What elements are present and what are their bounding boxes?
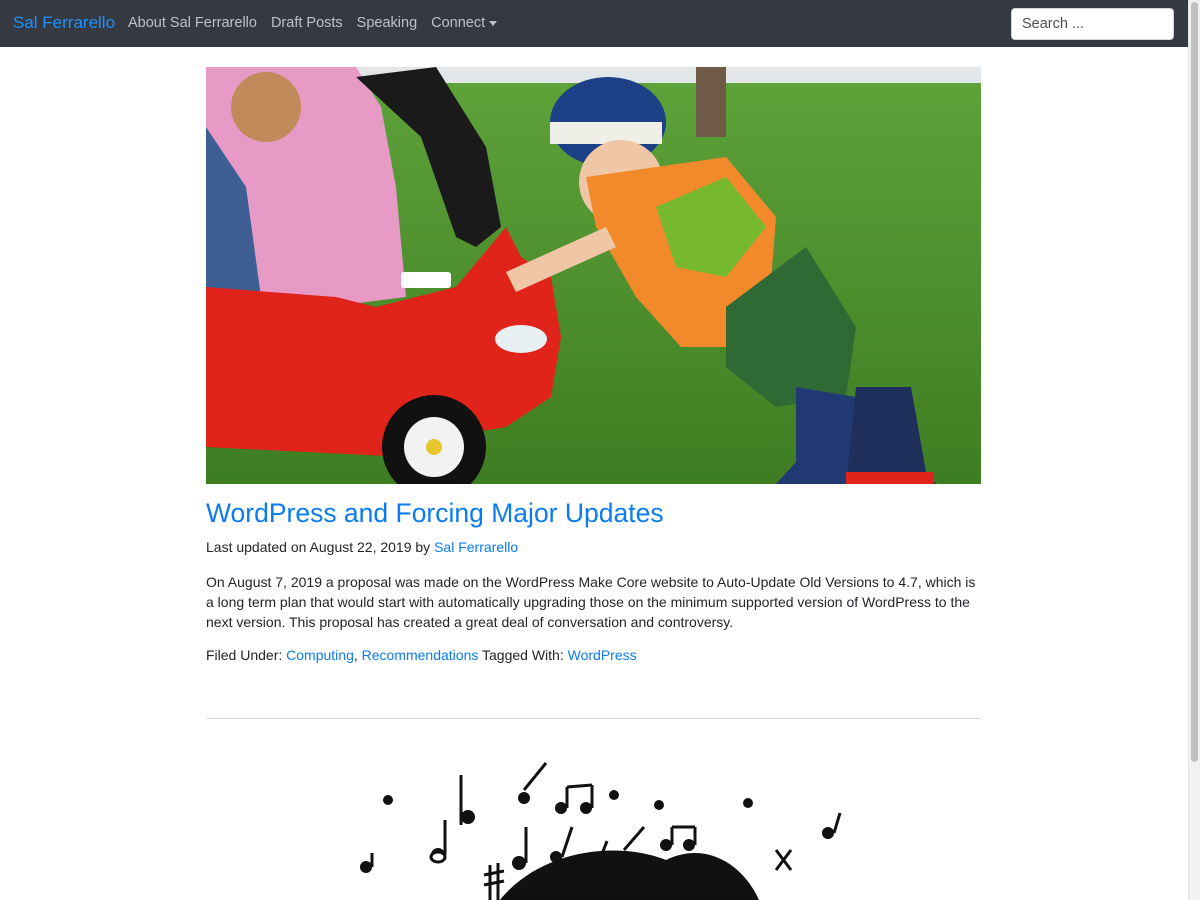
post-divider: [206, 718, 981, 719]
music-notes-illustration: [360, 762, 842, 900]
featured-image-child-pushing-toy-car[interactable]: [206, 67, 981, 484]
nav-item-draft-posts[interactable]: Draft Posts: [271, 15, 343, 31]
category-separator: ,: [353, 647, 358, 663]
post-title-link[interactable]: WordPress and Forcing Major Updates: [206, 498, 664, 529]
post-meta-date: Last updated on August 22, 2019 by: [206, 539, 431, 555]
caret-down-icon: [489, 20, 498, 26]
featured-image-illustration: [206, 67, 981, 484]
page-scrollbar[interactable]: [1188, 0, 1200, 900]
nav-item-speaking[interactable]: Speaking: [357, 15, 417, 31]
tag-link-wordpress[interactable]: WordPress: [568, 647, 637, 663]
tagged-with-label: Tagged With:: [482, 647, 564, 663]
post-terms: Filed Under: Computing, Recommendations …: [206, 647, 637, 663]
nav-item-about[interactable]: About Sal Ferrarello: [128, 15, 257, 31]
featured-image-music-notes[interactable]: [206, 745, 981, 900]
filed-under-label: Filed Under:: [206, 647, 283, 663]
post-excerpt: On August 7, 2019 a proposal was made on…: [206, 574, 976, 630]
site-brand-link[interactable]: Sal Ferrarello: [13, 13, 115, 33]
scrollbar-thumb[interactable]: [1191, 2, 1198, 762]
post-author-link[interactable]: Sal Ferrarello: [434, 539, 518, 555]
top-navbar: Sal Ferrarello About Sal Ferrarello Draf…: [0, 0, 1188, 47]
nav-item-connect-label: Connect: [431, 15, 486, 31]
category-link-computing[interactable]: Computing: [286, 647, 354, 663]
main-nav: About Sal Ferrarello Draft Posts Speakin…: [128, 15, 498, 31]
post-meta: Last updated on August 22, 2019 by Sal F…: [206, 539, 518, 555]
nav-item-connect[interactable]: Connect: [431, 15, 498, 31]
category-link-recommendations[interactable]: Recommendations: [362, 647, 479, 663]
search-input[interactable]: [1011, 8, 1174, 40]
